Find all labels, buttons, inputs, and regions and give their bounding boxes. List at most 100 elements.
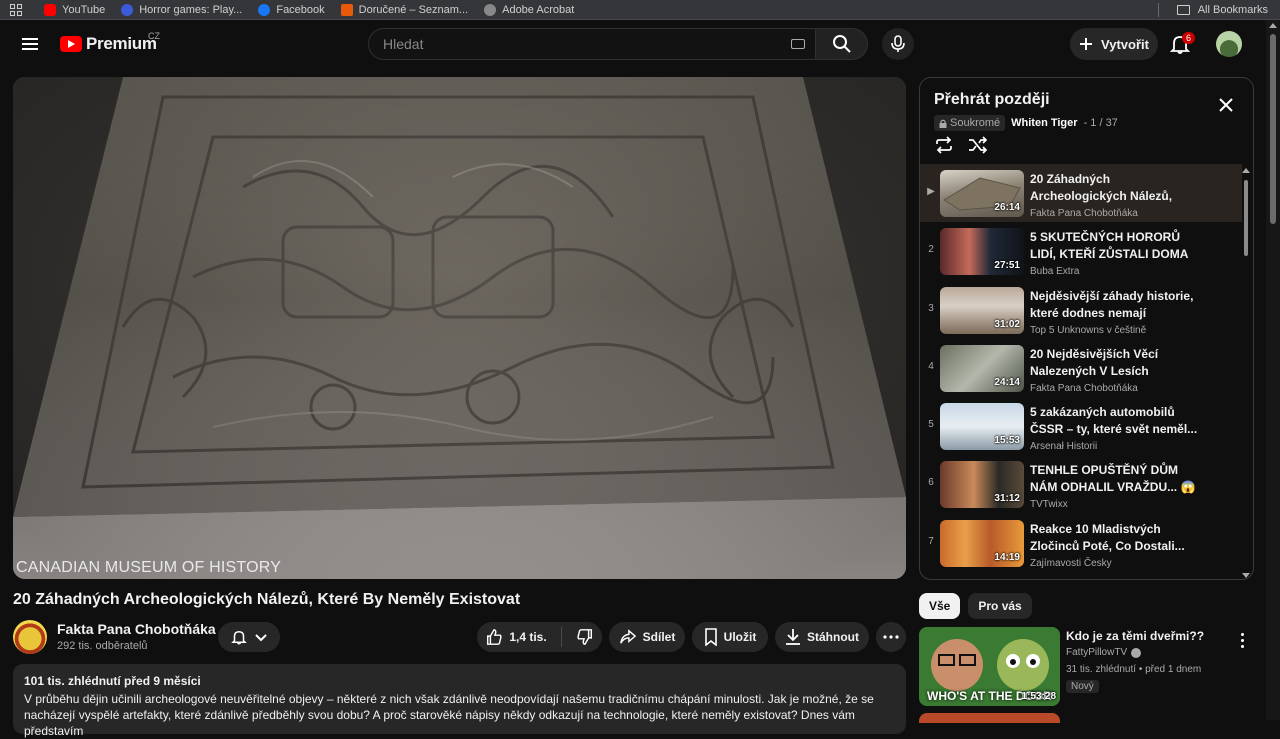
folder-icon — [1176, 5, 1190, 15]
search-button[interactable] — [816, 28, 868, 60]
like-button[interactable]: 1,4 tis. — [485, 628, 554, 646]
now-playing-indicator: ▶ — [927, 186, 935, 197]
video-thumbnail: 27:51 — [940, 228, 1024, 276]
close-playlist-button[interactable] — [1213, 92, 1239, 118]
playlist-item-title: Reakce 10 Mladistvých Zločinců Poté, Co … — [1030, 521, 1185, 553]
recommended-video-channel: FattyPillowTV — [1066, 647, 1142, 658]
playlist-item[interactable]: 3 31:02 Nejděsivější záhady historie, kt… — [920, 281, 1242, 339]
acrobat-icon — [484, 3, 497, 16]
playlist-item[interactable]: ▶ 26:14 20 Záhadných Archeologických Nál… — [920, 164, 1242, 223]
playlist-item[interactable]: 4 24:14 20 Nejděsivějších Věcí Nalezenýc… — [920, 339, 1242, 397]
keyboard-icon[interactable] — [791, 39, 805, 49]
bookmark-seznam[interactable]: Doručené – Seznam... — [340, 3, 468, 16]
playlist-item-index: 2 — [928, 244, 934, 256]
share-button[interactable]: Sdílet — [609, 622, 685, 652]
bookmark-horror-games[interactable]: Horror games: Play... — [121, 3, 242, 16]
chevron-down-icon — [255, 634, 267, 642]
video-thumbnail: 15:53 — [940, 403, 1024, 451]
playlist-item[interactable]: 2 27:51 5 SKUTEČNÝCH HORORŮ LIDÍ, KTEŘÍ … — [920, 222, 1242, 280]
playlist-item-index: 5 — [928, 419, 934, 431]
country-code: CZ — [148, 31, 160, 41]
recommended-video-title: Kdo je za těmi dveřmi?? — [1066, 629, 1205, 643]
save-button[interactable]: Uložit — [692, 622, 768, 652]
playlist-item[interactable]: 5 15:53 5 zakázaných automobilů ČSSR – t… — [920, 397, 1242, 455]
microphone-icon — [891, 35, 905, 52]
youtube-icon — [44, 3, 56, 16]
chip-all[interactable]: Vše — [919, 593, 961, 619]
scroll-up-arrow-icon[interactable] — [1269, 23, 1277, 28]
account-avatar[interactable] — [1216, 31, 1242, 57]
youtube-premium-logo[interactable]: Premium — [60, 34, 157, 54]
bookmark-adobe-acrobat[interactable]: Adobe Acrobat — [484, 3, 574, 16]
playlist-item-index: 4 — [928, 360, 934, 372]
apps-grid-icon[interactable] — [10, 3, 22, 16]
menu-icon[interactable] — [22, 38, 38, 50]
shuffle-icon[interactable] — [968, 136, 988, 154]
playlist-item-channel: TVTwixx — [1030, 499, 1068, 511]
page-scrollbar-thumb[interactable] — [1270, 34, 1276, 224]
playlist-scrollbar-thumb[interactable] — [1244, 180, 1248, 256]
more-vertical-icon[interactable] — [1241, 633, 1245, 651]
subscriber-count: 292 tis. odběratelů — [57, 640, 148, 652]
description-text: V průběhu dějin učinili archeologové neu… — [24, 692, 874, 738]
seznam-icon — [340, 3, 353, 16]
scroll-up-arrow-icon[interactable] — [1242, 168, 1250, 173]
video-thumbnail: 24:14 — [940, 344, 1024, 392]
playlist-items: ▶ 26:14 20 Záhadných Archeologických Nál… — [920, 164, 1242, 572]
chip-for-you[interactable]: Pro vás — [968, 593, 1032, 619]
voice-search-button[interactable] — [882, 28, 914, 60]
more-actions-button[interactable] — [876, 622, 906, 652]
thumbs-down-icon — [577, 629, 592, 645]
next-recommendation-thumbnail[interactable] — [919, 713, 1060, 723]
playlist-item[interactable]: 6 31:12 TENHLE OPUŠTĚNÝ DŮM NÁM ODHALIL … — [920, 455, 1242, 513]
search-input[interactable] — [369, 36, 769, 52]
video-duration: 26:14 — [994, 202, 1020, 213]
video-watermark: CANADIAN MUSEUM OF HISTORY — [16, 559, 282, 576]
subscription-notifications-button[interactable] — [218, 622, 280, 652]
description-box[interactable]: 101 tis. zhlédnutí před 9 měsíci V průbě… — [13, 664, 906, 738]
playlist-meta: Soukromé Whiten Tiger - 1 / 37 — [934, 115, 1118, 131]
playlist-item-channel: Buba Extra — [1030, 266, 1080, 278]
scroll-down-arrow-icon[interactable] — [1242, 573, 1250, 578]
search-icon — [832, 35, 851, 53]
playlist-item-title: TENHLE OPUŠTĚNÝ DŮM NÁM ODHALIL VRAŽDU..… — [1030, 463, 1196, 495]
playlist-item[interactable]: 7 14:19 Reakce 10 Mladistvých Zločinců P… — [920, 514, 1242, 572]
verified-check-icon — [1131, 647, 1142, 658]
channel-name[interactable]: Fakta Pana Chobotňáka — [57, 621, 216, 637]
privacy-badge: Soukromé — [934, 115, 1006, 131]
all-bookmarks[interactable]: All Bookmarks — [1157, 0, 1268, 20]
playlist-title[interactable]: Přehrát později — [934, 91, 1050, 109]
video-duration: 1:53:28 — [1021, 691, 1056, 702]
new-badge: Nový — [1066, 680, 1099, 693]
video-thumbnail: 31:12 — [940, 461, 1024, 509]
download-icon — [786, 629, 800, 645]
bookmarks-bar: YouTube Horror games: Play... Facebook D… — [0, 0, 1280, 20]
share-icon — [619, 629, 636, 644]
recommendation-filter-chips: Vše Pro vás — [919, 593, 1032, 619]
playlist-owner[interactable]: Whiten Tiger — [1011, 117, 1077, 129]
playlist-item-title: 5 SKUTEČNÝCH HORORŮ LIDÍ, KTEŘÍ ZŮSTALI … — [1030, 230, 1188, 262]
playlist-scrollbar[interactable] — [1241, 164, 1251, 578]
playlist-item-channel: Fakta Pana Chobotňáka — [1030, 208, 1138, 219]
playlist-item-channel: Fakta Pana Chobotňáka — [1030, 382, 1138, 394]
lock-icon — [939, 119, 947, 128]
loop-icon[interactable] — [934, 136, 954, 154]
video-player[interactable]: CANADIAN MUSEUM OF HISTORY — [13, 77, 906, 579]
page-scrollbar[interactable] — [1266, 20, 1280, 720]
bookmark-youtube[interactable]: YouTube — [44, 3, 105, 16]
video-duration: 27:51 — [994, 260, 1020, 272]
playlist-item-channel: Arsenał Historii — [1030, 441, 1098, 453]
dislike-button[interactable] — [568, 628, 594, 646]
video-duration: 24:14 — [994, 376, 1020, 388]
video-thumbnail: 26:14 — [940, 170, 1024, 217]
thumbs-up-icon — [487, 629, 502, 645]
playlist-item-title: 20 Záhadných Archeologických Nálezů, Kte… — [1030, 172, 1173, 203]
recommended-video[interactable]: WHO'S AT THE DOOR 1:53:28 Kdo je za těmi… — [919, 627, 1259, 707]
bookmark-facebook[interactable]: Facebook — [258, 3, 325, 16]
channel-avatar[interactable] — [13, 620, 47, 654]
views-and-date: 101 tis. zhlédnutí před 9 měsíci — [24, 674, 201, 688]
download-button[interactable]: Stáhnout — [775, 622, 869, 652]
playlist-position: - 1 / 37 — [1083, 117, 1118, 129]
close-icon — [1219, 98, 1233, 112]
create-button[interactable]: Vytvořit — [1070, 28, 1158, 60]
